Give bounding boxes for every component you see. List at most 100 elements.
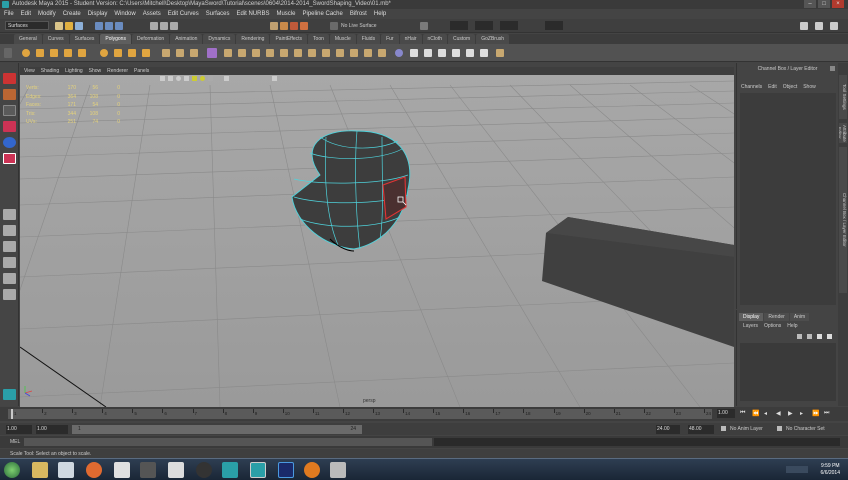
shelf-tab-custom[interactable]: Custom — [447, 34, 476, 44]
layer-up-icon[interactable] — [797, 334, 802, 339]
move-tool-icon[interactable] — [3, 121, 16, 132]
uv-layout-icon[interactable] — [480, 49, 488, 57]
poly-cylinder-icon[interactable] — [50, 49, 58, 57]
shelf-tab-ncloth[interactable]: nCloth — [422, 34, 447, 44]
menu-create[interactable]: Create — [63, 11, 81, 17]
open-scene-icon[interactable] — [65, 22, 73, 30]
side-tab-tool-settings[interactable]: Tool Settings — [839, 75, 847, 119]
poly-plane-icon[interactable] — [78, 49, 86, 57]
menu-modify[interactable]: Modify — [38, 11, 56, 17]
shelf-tab-dynamics[interactable]: Dynamics — [203, 34, 236, 44]
menu-edit[interactable]: Edit — [21, 11, 31, 17]
obs-icon[interactable] — [196, 462, 212, 478]
perspective-viewport[interactable] — [20, 67, 734, 407]
separate-icon[interactable] — [176, 49, 184, 57]
append-polygon-icon[interactable] — [252, 49, 260, 57]
combine-icon[interactable] — [162, 49, 170, 57]
lights-icon[interactable] — [200, 76, 205, 81]
snipping-tool-icon[interactable] — [330, 462, 346, 478]
menu-set-select[interactable]: Surfaces — [5, 21, 49, 30]
panel-menu-renderer[interactable]: Renderer — [107, 68, 128, 74]
split-polygon-icon[interactable] — [266, 49, 274, 57]
character-set-icon[interactable] — [777, 426, 782, 431]
xyz-field-z[interactable] — [500, 21, 518, 30]
uv-planar-icon[interactable] — [410, 49, 418, 57]
menu-surfaces[interactable]: Surfaces — [206, 11, 230, 17]
sculpt-icon[interactable] — [395, 49, 403, 57]
select-object-icon[interactable] — [105, 22, 113, 30]
shadows-icon[interactable] — [208, 76, 213, 81]
poly-cube-icon[interactable] — [36, 49, 44, 57]
gozbrush-icon[interactable] — [496, 49, 504, 57]
select-component-icon[interactable] — [115, 22, 123, 30]
start-button-icon[interactable] — [4, 462, 20, 478]
step-back-frame-icon[interactable]: ◂ — [764, 410, 767, 417]
xyz-field-x[interactable] — [450, 21, 468, 30]
playback-end-field[interactable]: 24.00 — [656, 425, 680, 434]
minimize-button[interactable]: – — [804, 0, 816, 8]
panel-menu-view[interactable]: View — [24, 68, 35, 74]
maya-active-taskbar-icon[interactable] — [250, 462, 266, 478]
channel-box-menu-show[interactable]: Show — [803, 84, 816, 90]
bevel-icon[interactable] — [308, 49, 316, 57]
show-hide-editor-icon[interactable] — [800, 22, 808, 30]
layout-outliner-icon[interactable] — [3, 289, 16, 300]
playback-start-field[interactable]: 1.00 — [36, 425, 68, 434]
xyz-field-w[interactable] — [545, 21, 563, 30]
side-tab-channel-box-layer-editor[interactable]: Channel Box / Layer Editor — [839, 147, 847, 293]
uv-cylindrical-icon[interactable] — [424, 49, 432, 57]
fill-hole-icon[interactable] — [350, 49, 358, 57]
save-scene-icon[interactable] — [75, 22, 83, 30]
layer-menu-layers[interactable]: Layers — [743, 323, 758, 329]
media-player-icon[interactable] — [86, 462, 102, 478]
poly-pyramid-icon[interactable] — [128, 49, 136, 57]
shelf-tab-surfaces[interactable]: Surfaces — [69, 34, 100, 44]
uv-auto-icon[interactable] — [452, 49, 460, 57]
new-scene-icon[interactable] — [55, 22, 63, 30]
lasso-tool-icon[interactable] — [3, 89, 16, 100]
panel-menu-shading[interactable]: Shading — [41, 68, 59, 74]
paint-selection-icon[interactable] — [207, 48, 217, 58]
menu-pipeline-cache[interactable]: Pipeline Cache — [302, 11, 342, 17]
current-time-marker[interactable] — [11, 409, 13, 419]
shelf-tab-deformation[interactable]: Deformation — [131, 34, 170, 44]
panel-menu-lighting[interactable]: Lighting — [65, 68, 83, 74]
paint-select-tool-icon[interactable] — [3, 105, 16, 116]
ipr-render-icon[interactable] — [280, 22, 288, 30]
channel-box-toggle-icon[interactable] — [815, 22, 823, 30]
hypershade-icon[interactable] — [300, 22, 308, 30]
shelf-tab-muscle[interactable]: Muscle — [329, 34, 356, 44]
step-forward-frame-icon[interactable]: ▸ — [800, 410, 803, 417]
offset-edge-loop-icon[interactable] — [294, 49, 302, 57]
wireframe-icon[interactable] — [168, 76, 173, 81]
render-icon[interactable] — [270, 22, 278, 30]
poly-cone-icon[interactable] — [64, 49, 72, 57]
menu-edit-curves[interactable]: Edit Curves — [168, 11, 199, 17]
layout-four-icon[interactable] — [3, 225, 16, 236]
shelf-tab-general[interactable]: General — [14, 34, 42, 44]
xray-icon[interactable] — [224, 76, 229, 81]
menu-edit-nurbs[interactable]: Edit NURBS — [236, 11, 269, 17]
menu-help[interactable]: Help — [374, 11, 386, 17]
insert-edge-loop-icon[interactable] — [280, 49, 288, 57]
layer-menu-help[interactable]: Help — [787, 323, 797, 329]
shelf-tab-curves[interactable]: Curves — [42, 34, 69, 44]
poly-torus-icon[interactable] — [100, 49, 108, 57]
snap-grid-icon[interactable] — [150, 22, 158, 30]
merge-icon[interactable] — [322, 49, 330, 57]
shelf-tab-animation[interactable]: Animation — [170, 34, 203, 44]
shelf-tab-painteffects[interactable]: PaintEffects — [270, 34, 308, 44]
shelf-tab-toon[interactable]: Toon — [308, 34, 329, 44]
uv-layout-app-icon[interactable] — [140, 462, 156, 478]
photoshop-icon[interactable] — [278, 462, 294, 478]
scale-tool-icon[interactable] — [3, 153, 16, 164]
menu-muscle[interactable]: Muscle — [276, 11, 295, 17]
play-backwards-icon[interactable]: ◀ — [776, 410, 781, 417]
new-layer-selected-icon[interactable] — [827, 334, 832, 339]
shelf-menu-icon[interactable] — [4, 48, 12, 58]
anim-layer-label[interactable]: No Anim Layer — [730, 426, 763, 432]
unity-icon[interactable] — [168, 462, 184, 478]
poly-prism-icon[interactable] — [114, 49, 122, 57]
layout-hypershade-icon[interactable] — [3, 273, 16, 284]
tool-settings-toggle-icon[interactable] — [830, 22, 838, 30]
